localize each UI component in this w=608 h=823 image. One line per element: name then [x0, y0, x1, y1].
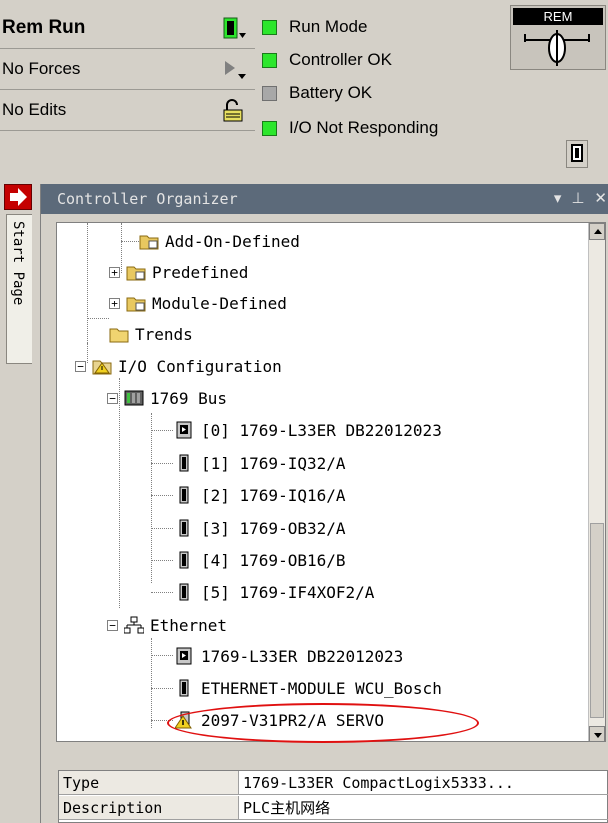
controller-ok-led: [262, 52, 277, 68]
led-run-mode: Run Mode: [262, 17, 367, 37]
tree-item-label: [3] 1769-OB32/A: [201, 518, 346, 538]
expand-icon[interactable]: +: [109, 266, 120, 278]
close-icon[interactable]: ✕: [594, 189, 607, 207]
tree-item-bus-module[interactable]: [5] 1769-IF4XOF2/A: [175, 579, 374, 605]
run-mode-led: [262, 19, 277, 35]
property-key: Type: [59, 771, 239, 794]
start-page-tab-label: Start Page: [10, 221, 26, 306]
property-value: 1769-L33ER CompactLogix5333...: [243, 774, 514, 792]
controller-ok-led-label: Controller OK: [289, 50, 392, 69]
property-row: Description PLC主机网络: [59, 796, 608, 820]
tree-item-bus-module[interactable]: [4] 1769-OB16/B: [175, 547, 346, 573]
property-row: Type 1769-L33ER CompactLogix5333...: [59, 771, 608, 795]
io-module-icon: [175, 519, 195, 537]
forces-label: No Forces: [2, 59, 81, 78]
folder-warning-icon: [92, 357, 112, 375]
backplane-icon: [124, 389, 144, 407]
tree-item-bus-module[interactable]: [0] 1769-L33ER DB22012023: [175, 417, 442, 443]
app-window: Rem Run No Forces No Edits Run Mode Cont…: [0, 0, 608, 823]
tree-scrollbar[interactable]: [588, 223, 605, 741]
battery-ok-led: [262, 85, 277, 101]
tree-item-label: [2] 1769-IQ16/A: [201, 485, 346, 505]
tree-item-ethernet-module[interactable]: 1769-L33ER DB22012023: [175, 643, 403, 669]
organizer-title-bar: Controller Organizer ▾ ⊥ ✕: [41, 184, 608, 214]
keyswitch-display: REM: [510, 5, 606, 70]
tree-item-label: Module-Defined: [152, 293, 287, 313]
folder-datatype-icon: [139, 232, 159, 250]
tree-item-bus-module[interactable]: [3] 1769-OB32/A: [175, 515, 346, 541]
forces-dropdown-icon[interactable]: [221, 57, 247, 83]
pin-icon[interactable]: ⊥: [571, 189, 584, 207]
key-icon[interactable]: [566, 140, 588, 168]
tree-item-label: 1769 Bus: [150, 388, 228, 408]
led-controller-ok: Controller OK: [262, 50, 392, 70]
tree-item-label: Predefined: [152, 262, 249, 282]
tree-item-predefined[interactable]: + Predefined: [109, 259, 248, 285]
tree-item-bus-module[interactable]: [2] 1769-IQ16/A: [175, 482, 346, 508]
tree-item-1769-bus[interactable]: − 1769 Bus: [107, 385, 227, 411]
tree-item-ethernet[interactable]: − Ethernet: [107, 612, 227, 638]
scroll-down-arrow-icon[interactable]: [589, 726, 605, 741]
highlight-ellipse: [167, 703, 479, 743]
properties-panel: Type 1769-L33ER CompactLogix5333... Desc…: [58, 770, 608, 823]
keyswitch-label: REM: [513, 8, 603, 25]
start-page-tab[interactable]: Start Page: [6, 214, 32, 364]
edits-box[interactable]: No Edits: [0, 90, 255, 131]
tree-item-label: ETHERNET-MODULE WCU_Bosch: [201, 678, 442, 698]
tree-item-ethernet-module[interactable]: ETHERNET-MODULE WCU_Bosch: [175, 675, 442, 701]
run-mode-led-label: Run Mode: [289, 17, 368, 36]
edits-label: No Edits: [2, 100, 67, 119]
keyswitch-icon: [524, 30, 590, 66]
io-not-responding-led: [262, 120, 277, 136]
expand-icon[interactable]: +: [109, 297, 120, 309]
organizer-tree[interactable]: Add-On-Defined + Predefined + Module-Def…: [56, 222, 606, 742]
dropdown-arrow-icon[interactable]: ▾: [554, 189, 562, 207]
io-module-icon: [175, 679, 195, 697]
tree-item-label: [1] 1769-IQ32/A: [201, 453, 346, 473]
tree-item-label: [0] 1769-L33ER DB22012023: [201, 420, 442, 440]
property-key: Description: [59, 796, 239, 819]
tree-item-label: 1769-L33ER DB22012023: [201, 646, 404, 666]
controller-status-panel: Rem Run No Forces No Edits Run Mode Cont…: [0, 0, 608, 178]
tree-item-label: Trends: [135, 324, 193, 344]
tree-item-io-configuration[interactable]: − I/O Configuration: [75, 353, 282, 379]
io-not-responding-led-label: I/O Not Responding: [289, 118, 439, 137]
collapse-icon[interactable]: −: [75, 360, 86, 372]
tree-item-label: [4] 1769-OB16/B: [201, 550, 346, 570]
property-value: PLC主机网络: [243, 799, 331, 817]
tree-item-add-on-defined[interactable]: Add-On-Defined: [139, 228, 300, 254]
scroll-up-arrow-icon[interactable]: [589, 223, 605, 240]
tree-item-bus-module[interactable]: [1] 1769-IQ32/A: [175, 450, 346, 476]
controller-module-icon: [175, 421, 195, 439]
io-module-icon: [175, 551, 195, 569]
io-module-icon: [175, 583, 195, 601]
collapse-icon[interactable]: −: [107, 619, 118, 631]
network-icon: [123, 616, 145, 634]
tree-item-label: Add-On-Defined: [165, 231, 300, 251]
scrollbar-thumb[interactable]: [590, 523, 604, 718]
io-module-icon: [175, 454, 195, 472]
tree-item-label: I/O Configuration: [118, 356, 282, 376]
tree-item-module-defined[interactable]: + Module-Defined: [109, 290, 287, 316]
led-io-not-responding: I/O Not Responding: [262, 118, 438, 138]
padlock-icon[interactable]: [221, 98, 247, 124]
tree-item-label: [5] 1769-IF4XOF2/A: [201, 582, 375, 602]
io-module-icon: [175, 486, 195, 504]
led-battery-ok: Battery OK: [262, 83, 372, 103]
folder-icon: [109, 325, 129, 343]
run-mode-box[interactable]: Rem Run: [0, 8, 255, 49]
run-mode-label: Rem Run: [2, 17, 86, 38]
start-page-arrow-icon[interactable]: [4, 184, 32, 210]
folder-datatype-icon: [126, 294, 146, 312]
battery-ok-led-label: Battery OK: [289, 83, 373, 102]
folder-datatype-icon: [126, 263, 146, 281]
tree-item-label: Ethernet: [150, 615, 228, 635]
tree-item-trends[interactable]: Trends: [109, 321, 193, 347]
collapse-icon[interactable]: −: [107, 392, 118, 404]
organizer-title: Controller Organizer: [57, 190, 238, 208]
run-mode-dropdown-icon[interactable]: [221, 16, 247, 42]
side-tab-strip: Start Page: [0, 184, 36, 823]
forces-box[interactable]: No Forces: [0, 49, 255, 90]
controller-module-icon: [175, 647, 195, 665]
